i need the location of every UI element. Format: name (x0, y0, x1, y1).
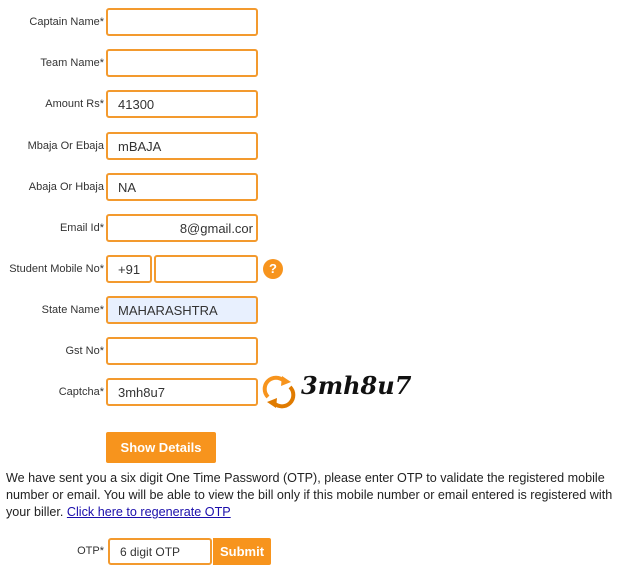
captain-name-label: Captain Name* (29, 16, 104, 28)
refresh-arrows-icon[interactable] (262, 375, 296, 409)
mobile-row: Student Mobile No* (0, 253, 104, 285)
gst-input[interactable] (106, 337, 258, 365)
otp-label: OTP* (77, 545, 104, 557)
country-code-input[interactable] (106, 255, 152, 283)
regenerate-otp-link[interactable]: Click here to regenerate OTP (67, 505, 231, 519)
amount-row: Amount Rs* (0, 88, 104, 120)
abaja-input[interactable] (106, 173, 258, 201)
abaja-label: Abaja Or Hbaja (28, 181, 104, 193)
otp-row: OTP* (0, 536, 104, 566)
email-input[interactable] (106, 214, 258, 242)
team-name-row: Team Name* (0, 47, 104, 79)
gst-row: Gst No* (0, 335, 104, 367)
amount-input[interactable] (106, 90, 258, 118)
otp-input[interactable] (108, 538, 212, 565)
mbaja-input[interactable] (106, 132, 258, 160)
gst-label: Gst No* (65, 345, 104, 357)
email-row: Email Id* (0, 212, 104, 244)
state-input[interactable] (106, 296, 258, 324)
captcha-image-text: 3mh8u7 (301, 371, 412, 400)
captcha-row: Captcha* (0, 376, 104, 408)
abaja-row: Abaja Or Hbaja (0, 171, 104, 203)
mobile-label: Student Mobile No* (9, 263, 104, 275)
question-circle-icon[interactable]: ? (263, 259, 283, 279)
show-details-button[interactable]: Show Details (106, 432, 216, 463)
captcha-label: Captcha* (58, 386, 104, 398)
team-name-label: Team Name* (40, 57, 104, 69)
state-label: State Name* (41, 304, 104, 316)
captain-name-row: Captain Name* (0, 6, 104, 38)
team-name-input[interactable] (106, 49, 258, 77)
captain-name-input[interactable] (106, 8, 258, 36)
amount-label: Amount Rs* (45, 98, 104, 110)
state-row: State Name* (0, 294, 104, 326)
mbaja-row: Mbaja Or Ebaja (0, 130, 104, 162)
email-label: Email Id* (59, 222, 104, 234)
submit-button[interactable]: Submit (213, 538, 271, 565)
captcha-input[interactable] (106, 378, 258, 406)
mobile-number-input[interactable] (154, 255, 258, 283)
mbaja-label: Mbaja Or Ebaja (27, 140, 104, 152)
otp-info-text: We have sent you a six digit One Time Pa… (6, 470, 626, 521)
